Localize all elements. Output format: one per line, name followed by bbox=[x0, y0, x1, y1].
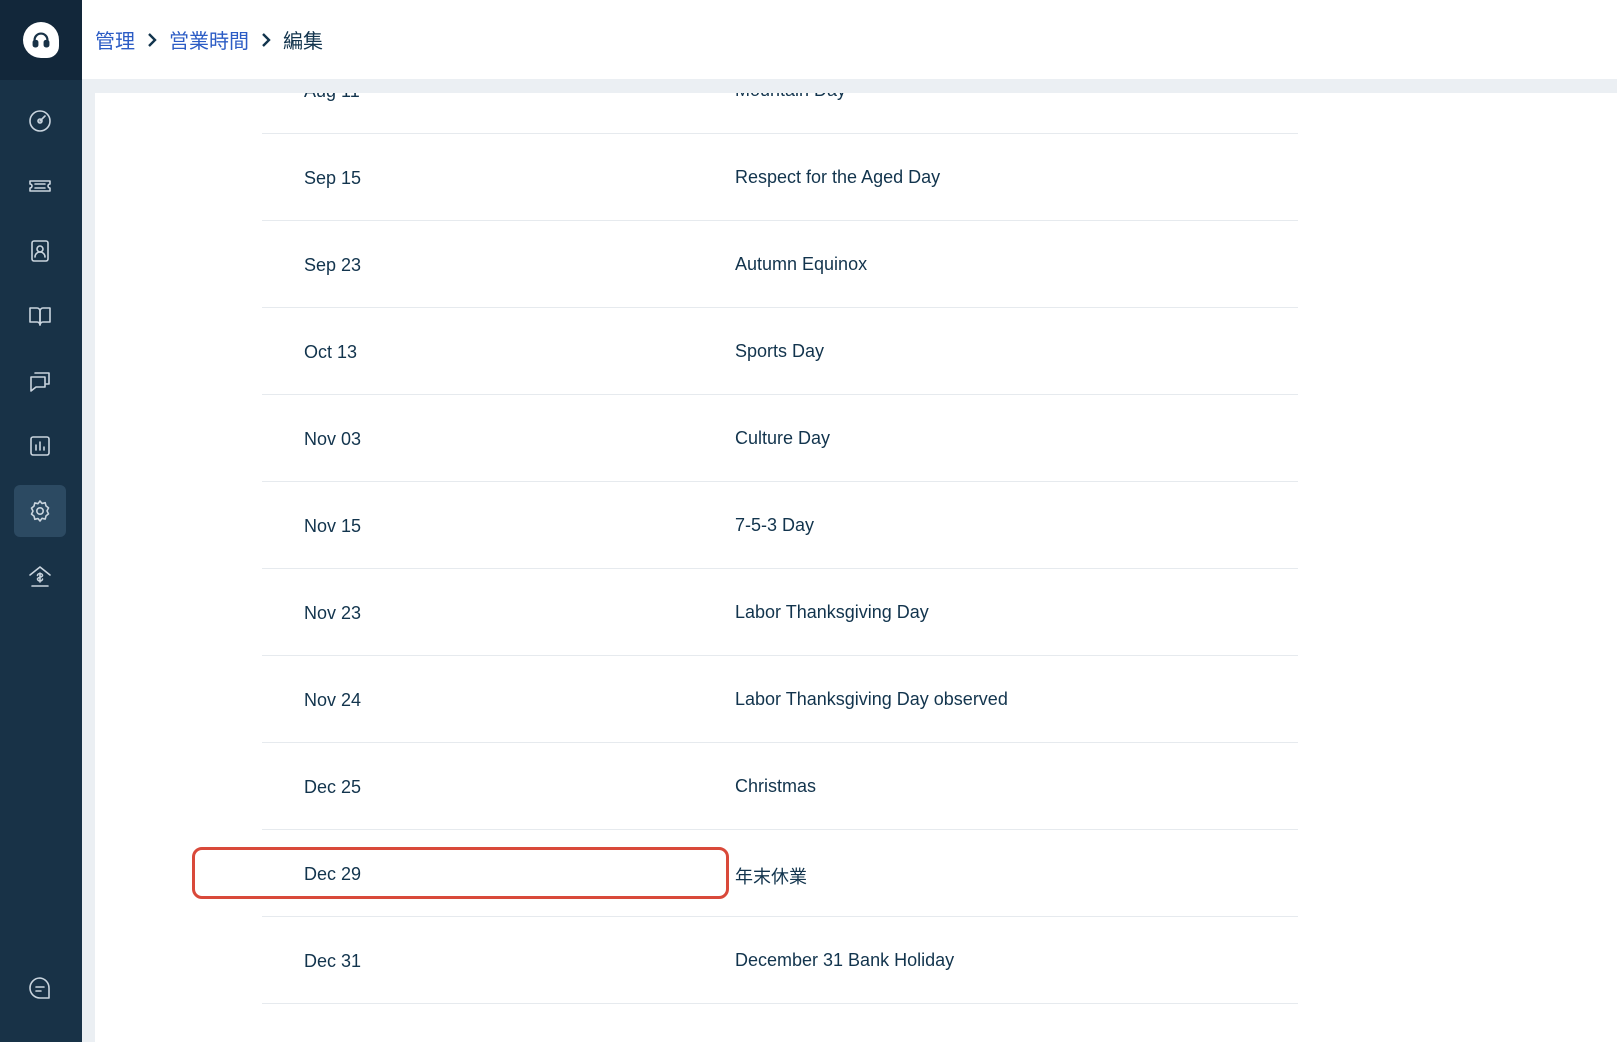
book-icon bbox=[29, 307, 51, 326]
holiday-row: Nov 24 Labor Thanksgiving Day observed bbox=[262, 656, 1298, 743]
holiday-name: Labor Thanksgiving Day observed bbox=[735, 689, 1008, 709]
holiday-row: Nov 15 7-5-3 Day bbox=[262, 482, 1298, 569]
nav-tickets[interactable] bbox=[14, 160, 66, 212]
holiday-date: Nov 03 bbox=[304, 429, 362, 449]
contacts-icon bbox=[31, 240, 49, 262]
holiday-name: Labor Thanksgiving Day bbox=[735, 602, 929, 622]
holiday-date: Dec 31 bbox=[304, 951, 362, 971]
holiday-row: Oct 13 Sports Day bbox=[262, 308, 1298, 395]
holiday-row: Nov 23 Labor Thanksgiving Day bbox=[262, 569, 1298, 656]
holiday-date: Sep 23 bbox=[304, 255, 362, 275]
holiday-row: Nov 03 Culture Day bbox=[262, 395, 1298, 482]
holiday-name: Culture Day bbox=[735, 428, 831, 448]
headset-logo-icon bbox=[23, 22, 59, 58]
holiday-row: Sep 23 Autumn Equinox bbox=[262, 221, 1298, 308]
holiday-date: Nov 24 bbox=[304, 690, 362, 710]
holiday-name: Respect for the Aged Day bbox=[735, 167, 941, 187]
nav-admin[interactable] bbox=[14, 485, 66, 537]
holiday-name: Sports Day bbox=[735, 341, 825, 361]
chevron-right-icon bbox=[141, 29, 163, 51]
holiday-name: Autumn Equinox bbox=[735, 254, 868, 274]
breadcrumb-business-hours-link[interactable]: 営業時間 bbox=[169, 25, 249, 54]
nav-upgrade[interactable] bbox=[14, 550, 66, 602]
holiday-date: Oct 13 bbox=[304, 342, 358, 362]
holiday-name: 7-5-3 Day bbox=[735, 515, 815, 535]
holiday-date: Aug 11 bbox=[304, 93, 360, 102]
breadcrumb-admin-link[interactable]: 管理 bbox=[95, 25, 135, 54]
holiday-name: 年末休業 bbox=[735, 867, 807, 887]
upgrade-icon bbox=[29, 566, 51, 587]
holiday-row: Aug 11 Mountain Day bbox=[262, 93, 1298, 134]
nav-dashboard[interactable] bbox=[14, 95, 66, 147]
holiday-date: Dec 25 bbox=[304, 777, 362, 797]
holiday-name: Mountain Day bbox=[735, 93, 846, 101]
breadcrumb: 管理 営業時間 編集 bbox=[82, 0, 1617, 80]
holiday-name: Christmas bbox=[735, 776, 817, 796]
app-logo[interactable] bbox=[0, 0, 82, 80]
nav-solutions[interactable] bbox=[14, 290, 66, 342]
nav-forums[interactable] bbox=[14, 355, 66, 407]
holiday-list: Aug 11 Mountain Day Sep 15 Respect for the … bbox=[262, 93, 1298, 1004]
nav-contacts[interactable] bbox=[14, 225, 66, 277]
chat-icon bbox=[30, 372, 50, 392]
nav-analytics[interactable] bbox=[14, 420, 66, 472]
breadcrumb-current: 編集 bbox=[283, 29, 323, 53]
sidebar bbox=[0, 0, 82, 1042]
holiday-row: Dec 25 Christmas bbox=[262, 743, 1298, 830]
ticket-icon bbox=[29, 180, 51, 192]
analytics-icon bbox=[30, 436, 50, 456]
holiday-list-panel[interactable]: Aug 11 Mountain Day Sep 15 Respect for the … bbox=[95, 93, 1617, 1042]
holiday-row: Dec 29 年末休業 bbox=[262, 830, 1298, 917]
holiday-date: Sep 15 bbox=[304, 168, 362, 188]
holiday-name: December 31 Bank Holiday bbox=[735, 950, 955, 970]
chevron-right-icon bbox=[255, 29, 277, 51]
holiday-row: Dec 31 December 31 Bank Holiday bbox=[262, 917, 1298, 1004]
nav-help-chat[interactable] bbox=[14, 962, 66, 1014]
dashboard-icon bbox=[29, 110, 51, 132]
holiday-date: Dec 29 bbox=[304, 864, 362, 884]
holiday-row: Sep 15 Respect for the Aged Day bbox=[262, 134, 1298, 221]
holiday-date: Nov 15 bbox=[304, 516, 362, 536]
chat-bubble-icon bbox=[29, 977, 50, 999]
holiday-date: Nov 23 bbox=[304, 603, 362, 623]
gear-icon bbox=[30, 500, 50, 522]
